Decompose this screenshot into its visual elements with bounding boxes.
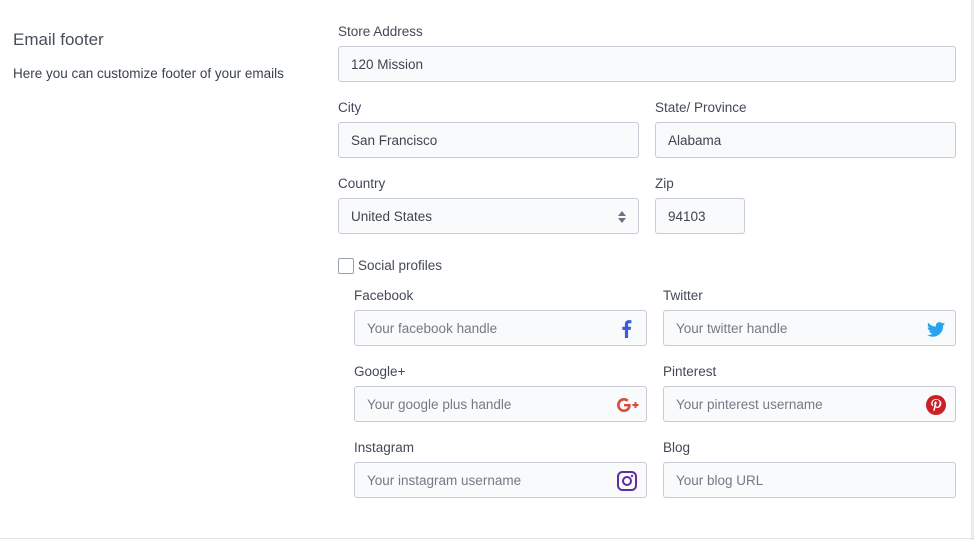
blog-label: Blog (663, 440, 691, 455)
pinterest-label: Pinterest (663, 364, 717, 379)
store-address-value: 120 Mission (351, 56, 424, 72)
zip-input[interactable]: 94103 (655, 198, 745, 234)
instagram-icon (617, 471, 637, 491)
social-profiles-checkbox[interactable] (338, 258, 354, 274)
pinterest-icon (926, 395, 946, 415)
facebook-placeholder: Your facebook handle (367, 320, 498, 336)
pinterest-placeholder: Your pinterest username (676, 396, 823, 412)
twitter-label: Twitter (663, 288, 703, 303)
pinterest-input[interactable]: Your pinterest username (663, 386, 956, 422)
google-plus-placeholder: Your google plus handle (367, 396, 512, 412)
instagram-input[interactable]: Your instagram username (354, 462, 647, 498)
blog-input[interactable]: Your blog URL (663, 462, 956, 498)
state-input[interactable]: Alabama (655, 122, 956, 158)
zip-value: 94103 (668, 208, 706, 224)
google-plus-input[interactable]: Your google plus handle (354, 386, 647, 422)
section-title: Email footer (13, 30, 104, 49)
google-plus-icon (616, 395, 640, 415)
store-address-input[interactable]: 120 Mission (338, 46, 956, 82)
state-value: Alabama (668, 132, 722, 148)
city-input[interactable]: San Francisco (338, 122, 639, 158)
city-label: City (338, 100, 362, 115)
instagram-placeholder: Your instagram username (367, 472, 522, 488)
twitter-icon (926, 319, 946, 339)
facebook-label: Facebook (354, 288, 414, 303)
facebook-input[interactable]: Your facebook handle (354, 310, 647, 346)
select-arrows-icon (618, 210, 626, 224)
blog-placeholder: Your blog URL (676, 472, 764, 488)
social-profiles-label[interactable]: Social profiles (358, 258, 442, 273)
section-description: Here you can customize footer of your em… (13, 66, 284, 81)
country-select[interactable]: United States (338, 198, 639, 234)
instagram-label: Instagram (354, 440, 415, 455)
twitter-input[interactable]: Your twitter handle (663, 310, 956, 346)
divider (0, 538, 974, 539)
country-value: United States (351, 208, 433, 224)
city-value: San Francisco (351, 132, 438, 148)
store-address-label: Store Address (338, 24, 423, 39)
facebook-icon (617, 319, 637, 339)
country-label: Country (338, 176, 386, 191)
state-label: State/ Province (655, 100, 747, 115)
zip-label: Zip (655, 176, 674, 191)
section-header: Email footer Here you can customize foot… (13, 30, 313, 81)
google-plus-label: Google+ (354, 364, 406, 379)
twitter-placeholder: Your twitter handle (676, 320, 788, 336)
